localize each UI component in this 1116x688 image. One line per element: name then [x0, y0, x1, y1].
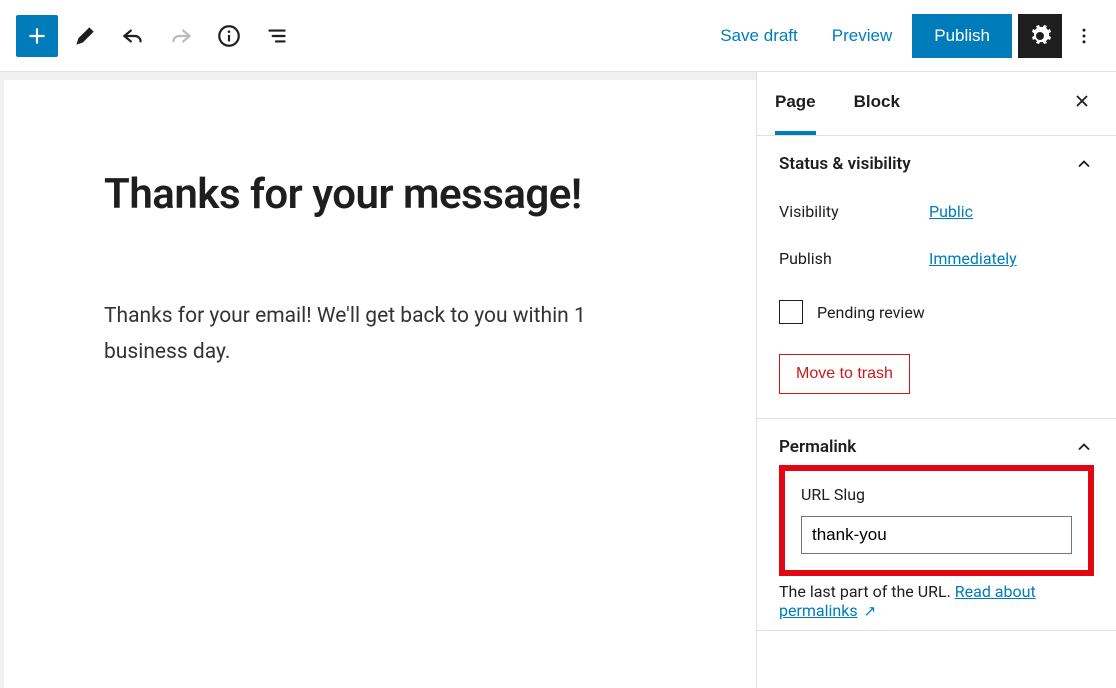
url-slug-highlight: URL Slug — [779, 465, 1094, 576]
undo-button[interactable] — [112, 15, 154, 57]
toolbar-left-group — [16, 15, 298, 57]
preview-button[interactable]: Preview — [818, 16, 906, 56]
tab-block[interactable]: Block — [854, 72, 900, 135]
move-to-trash-button[interactable]: Move to trash — [779, 354, 910, 394]
sidebar-tab-strip: Page Block — [757, 72, 1116, 136]
add-block-button[interactable] — [16, 15, 58, 57]
publish-row: Publish Immediately — [779, 249, 1094, 268]
close-sidebar-button[interactable] — [1066, 85, 1098, 123]
url-slug-label: URL Slug — [801, 485, 1072, 504]
chevron-up-icon — [1074, 437, 1094, 457]
gear-icon — [1028, 24, 1052, 48]
settings-sidebar: Page Block Status & visibility Visibilit… — [756, 72, 1116, 688]
info-icon — [216, 23, 242, 49]
settings-toggle-button[interactable] — [1018, 14, 1062, 58]
editor-canvas: Thanks for your message! Thanks for your… — [0, 72, 756, 688]
publish-value-link[interactable]: Immediately — [929, 249, 1017, 268]
permalink-help-prefix: The last part of the URL. — [779, 582, 955, 601]
more-vertical-icon — [1074, 26, 1094, 46]
panel-status-visibility: Status & visibility Visibility Public Pu… — [757, 136, 1116, 419]
panel-title: Status & visibility — [779, 154, 911, 174]
visibility-row: Visibility Public — [779, 202, 1094, 221]
outline-button[interactable] — [256, 15, 298, 57]
plus-icon — [24, 23, 50, 49]
editor-page: Thanks for your message! Thanks for your… — [4, 80, 756, 688]
redo-icon — [168, 23, 194, 49]
page-title[interactable]: Thanks for your message! — [104, 170, 656, 219]
main-area: Thanks for your message! Thanks for your… — [0, 72, 1116, 688]
permalink-help-text: The last part of the URL. Read about per… — [779, 582, 1094, 620]
details-button[interactable] — [208, 15, 250, 57]
list-outline-icon — [264, 23, 290, 49]
pending-review-label: Pending review — [817, 303, 925, 322]
external-link-icon: ↗ — [864, 602, 877, 620]
pencil-icon — [72, 23, 98, 49]
publish-button[interactable]: Publish — [912, 14, 1012, 58]
editor-toolbar: Save draft Preview Publish — [0, 0, 1116, 72]
panel-title: Permalink — [779, 437, 856, 457]
toolbar-right-group: Save draft Preview Publish — [706, 14, 1100, 58]
save-draft-button[interactable]: Save draft — [706, 16, 812, 56]
pending-review-checkbox-row[interactable]: Pending review — [779, 300, 1094, 324]
visibility-value-link[interactable]: Public — [929, 202, 973, 221]
publish-label: Publish — [779, 249, 929, 268]
edit-mode-button[interactable] — [64, 15, 106, 57]
close-icon — [1072, 91, 1092, 111]
checkbox-unchecked-icon[interactable] — [779, 300, 803, 324]
tab-page[interactable]: Page — [775, 72, 816, 135]
panel-permalink: Permalink URL Slug The last part of the … — [757, 419, 1116, 631]
visibility-label: Visibility — [779, 202, 929, 221]
redo-button[interactable] — [160, 15, 202, 57]
chevron-up-icon — [1074, 154, 1094, 174]
page-body-paragraph[interactable]: Thanks for your email! We'll get back to… — [104, 299, 656, 370]
url-slug-input[interactable] — [801, 516, 1072, 554]
panel-header-permalink[interactable]: Permalink — [779, 437, 1094, 457]
panel-header-status-visibility[interactable]: Status & visibility — [779, 154, 1094, 174]
more-options-button[interactable] — [1068, 14, 1100, 58]
undo-icon — [120, 23, 146, 49]
